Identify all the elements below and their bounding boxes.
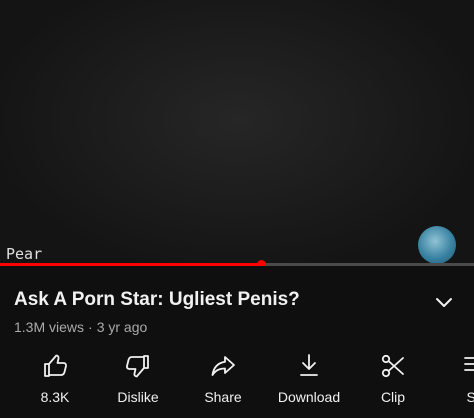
video-frame [0,0,474,266]
share-arrow-icon [211,356,235,376]
thumb-down-icon [126,355,149,378]
dislike-button[interactable]: Dislike [117,352,159,412]
action-bar: 8.3K Dislike Share Download Clip Sa [0,352,474,412]
save-icon [464,357,474,371]
view-count: 1.3M views [14,319,85,335]
chevron-down-icon[interactable] [432,290,456,314]
like-count: 8.3K [40,389,70,405]
upload-age: 3 yr ago [96,319,148,335]
meta-separator: · [88,319,93,335]
video-meta[interactable]: 1.3M views · 3 yr ago [14,319,147,335]
like-button[interactable]: 8.3K [40,352,70,412]
thumb-up-icon [44,354,67,377]
download-icon [300,354,318,376]
video-player[interactable]: Pear [0,0,474,266]
progress-scrubber-handle[interactable] [256,260,266,266]
download-button[interactable]: Download [276,352,342,412]
save-button[interactable]: Sa [460,352,474,412]
download-label: Download [277,389,341,405]
save-label: Sa [466,389,474,405]
video-title[interactable]: Ask A Porn Star: Ugliest Penis? [14,289,414,311]
progress-bar-fill [0,263,261,266]
clip-button[interactable]: Clip [378,352,408,412]
scissors-icon [381,354,404,378]
share-button[interactable]: Share [203,352,243,412]
progress-bar[interactable] [0,260,474,266]
share-label: Share [204,389,242,405]
dislike-label: Dislike [117,389,159,405]
channel-overlay-text: Pear [6,245,43,263]
channel-watermark-logo [418,226,456,264]
clip-label: Clip [380,389,406,405]
